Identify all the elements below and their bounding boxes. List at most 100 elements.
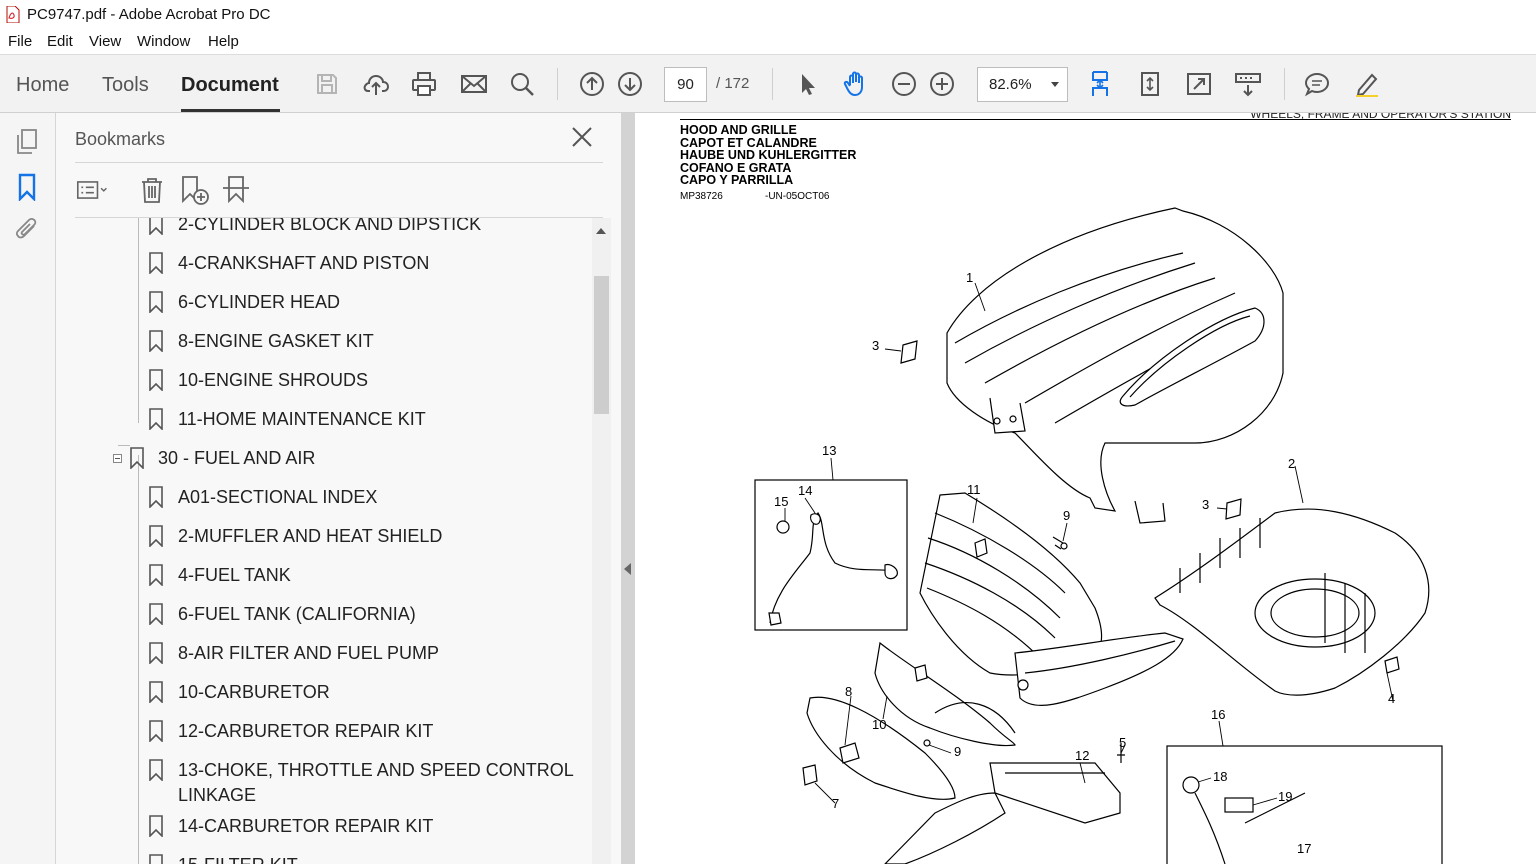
toolbar-separator: [557, 68, 558, 100]
new-bookmark-icon[interactable]: [177, 173, 211, 207]
save-icon[interactable]: [310, 67, 344, 101]
menu-file[interactable]: File: [8, 33, 32, 50]
bookmark-label: 10-CARBURETOR: [178, 682, 330, 702]
toolbar-separator: [1284, 68, 1285, 100]
tab-document[interactable]: Document: [181, 74, 279, 97]
callout-2: 2: [1288, 456, 1295, 471]
bookmark-label: 15-FILTER KIT: [178, 853, 298, 864]
bookmark-label: 11-HOME MAINTENANCE KIT: [178, 409, 426, 429]
menu-bar: File Edit View Window Help: [0, 30, 1536, 54]
bookmark-icon: [149, 603, 163, 625]
toolbar-separator: [772, 68, 773, 100]
bookmark-options-icon[interactable]: [76, 173, 110, 207]
bookmark-label: 4-CRANKSHAFT AND PISTON: [178, 253, 430, 273]
bookmark-icon: [149, 330, 163, 352]
bookmark-label: 14-CARBURETOR REPAIR KIT: [178, 816, 434, 836]
menu-view[interactable]: View: [89, 33, 121, 50]
bookmark-icon: [149, 642, 163, 664]
callout-10: 10: [872, 717, 886, 732]
navigation-rail: [0, 113, 56, 864]
bookmark-label: A01-SECTIONAL INDEX: [178, 487, 378, 507]
scrolling-mode-icon[interactable]: [1083, 67, 1117, 101]
menu-window[interactable]: Window: [137, 33, 190, 50]
document-view[interactable]: WHEELS, FRAME AND OPERATOR'S STATION HOO…: [635, 113, 1536, 864]
callout-9b: 9: [954, 744, 961, 759]
expand-bookmark-icon[interactable]: [219, 173, 253, 207]
main-toolbar: Home Tools Document 90 / 172 82.6%: [0, 54, 1536, 113]
page-thumbnails-icon[interactable]: [12, 127, 42, 157]
zoom-in-icon[interactable]: [925, 67, 959, 101]
callout-15: 15: [774, 494, 788, 509]
collapse-toggle-icon[interactable]: [113, 454, 122, 463]
bookmark-label: 10-ENGINE SHROUDS: [178, 370, 369, 390]
menu-edit[interactable]: Edit: [47, 33, 73, 50]
callout-13: 13: [822, 443, 836, 458]
bookmark-icon: [149, 291, 163, 313]
bookmarks-panel-icon[interactable]: [12, 172, 42, 202]
bookmark-icon: [149, 681, 163, 703]
bookmarks-panel-title: Bookmarks: [75, 129, 166, 149]
bookmark-label: 8-AIR FILTER AND FUEL PUMP: [178, 643, 440, 663]
attachments-icon[interactable]: [12, 215, 42, 245]
cloud-upload-icon[interactable]: [359, 67, 393, 101]
hood-part: [946, 207, 1284, 512]
callout-17: 17: [1297, 841, 1311, 856]
next-page-icon[interactable]: [613, 67, 647, 101]
bookmarks-toolbar: [56, 167, 621, 217]
scroll-up-icon[interactable]: [596, 228, 606, 234]
zoom-level-dropdown[interactable]: 82.6%: [977, 67, 1068, 102]
zoom-out-icon[interactable]: [887, 67, 921, 101]
callout-3: 3: [872, 338, 879, 353]
bookmark-label: 30 - FUEL AND AIR: [158, 448, 316, 468]
email-icon[interactable]: [457, 67, 491, 101]
bookmark-icon: [149, 252, 163, 274]
comment-icon[interactable]: [1300, 67, 1334, 101]
bookmark-icon: [149, 564, 163, 586]
callout-9: 9: [1063, 508, 1070, 523]
full-screen-icon[interactable]: [1182, 67, 1216, 101]
page-total: / 172: [716, 75, 750, 92]
read-mode-icon[interactable]: [1231, 67, 1265, 101]
callout-8: 8: [845, 684, 852, 699]
bookmark-label: 6-FUEL TANK (CALIFORNIA): [178, 604, 416, 624]
bookmark-item[interactable]: 13-CHOKE, THROTTLE AND SPEED CONTROL LIN…: [56, 756, 592, 806]
bookmark-icon: [149, 759, 163, 781]
callout-11: 11: [967, 482, 981, 497]
bookmark-label: 13-CHOKE, THROTTLE AND SPEED CONTROL: [178, 760, 574, 780]
page-number-input[interactable]: 90: [664, 67, 707, 102]
menu-help[interactable]: Help: [208, 33, 239, 50]
callout-4: 4: [1388, 691, 1395, 706]
bookmark-label: 2-CYLINDER BLOCK AND DIPSTICK: [178, 218, 482, 234]
callout-12: 12: [1075, 748, 1089, 763]
bookmark-icon: [149, 720, 163, 742]
zoom-level-value: 82.6%: [989, 76, 1032, 93]
scrollbar-thumb[interactable]: [594, 276, 609, 414]
bookmarks-scrollbar[interactable]: [592, 218, 611, 864]
tree-connector: [138, 218, 139, 423]
tab-home[interactable]: Home: [16, 74, 69, 97]
fit-page-icon[interactable]: [1133, 67, 1167, 101]
bookmark-label-continued: LINKAGE: [178, 785, 257, 805]
print-icon[interactable]: [407, 67, 441, 101]
bookmark-label: 8-ENGINE GASKET KIT: [178, 331, 374, 351]
callout-7: 7: [832, 796, 839, 811]
panel-splitter[interactable]: [621, 113, 635, 864]
tab-tools[interactable]: Tools: [102, 74, 149, 97]
hand-tool-icon[interactable]: [839, 67, 873, 101]
divider: [75, 162, 603, 163]
search-icon[interactable]: [505, 67, 539, 101]
bookmark-icon: [149, 525, 163, 547]
bookmark-label: 12-CARBURETOR REPAIR KIT: [178, 721, 434, 741]
collapse-panel-icon[interactable]: [624, 563, 631, 575]
bookmark-icon: [149, 218, 163, 235]
delete-bookmark-icon[interactable]: [135, 173, 169, 207]
bookmark-icon: [130, 447, 144, 469]
bookmark-tree: 2-CYLINDER BLOCK AND DIPSTICK 4-CRANKSHA…: [56, 218, 592, 864]
callout-16: 16: [1211, 707, 1225, 722]
highlight-pen-icon[interactable]: [1350, 67, 1384, 101]
bookmark-icon: [149, 815, 163, 837]
select-cursor-icon[interactable]: [790, 67, 824, 101]
close-icon[interactable]: [570, 125, 594, 149]
previous-page-icon[interactable]: [575, 67, 609, 101]
callout-14: 14: [798, 483, 812, 498]
